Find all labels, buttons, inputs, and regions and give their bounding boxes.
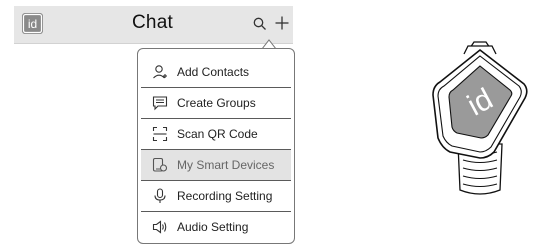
search-icon[interactable] [252,16,268,32]
qr-scan-icon [152,126,168,142]
chat-group-icon [152,95,168,111]
smart-device-illustration: id [430,40,530,200]
menu-item-add-contacts[interactable]: Add Contacts [141,57,291,88]
app-logo[interactable]: id [22,13,43,34]
add-menu-popover: Add Contacts Create Groups Scan QR Code [137,48,295,244]
speaker-icon [152,219,168,235]
add-menu-list: Add Contacts Create Groups Scan QR Code [141,57,291,242]
smart-device-icon [152,157,168,173]
menu-item-label: Recording Setting [177,189,273,203]
menu-item-recording-setting[interactable]: Recording Setting [141,181,291,212]
microphone-icon [152,188,168,204]
page-title: Chat [132,12,173,33]
svg-text:id: id [28,17,37,31]
menu-item-label: Create Groups [177,96,256,110]
add-contact-icon [152,64,168,80]
menu-item-label: Audio Setting [177,220,249,234]
menu-item-audio-setting[interactable]: Audio Setting [141,212,291,242]
menu-item-label: Add Contacts [177,65,250,79]
menu-item-my-smart-devices[interactable]: My Smart Devices [141,150,291,181]
plus-icon[interactable] [274,15,290,31]
menu-item-label: My Smart Devices [177,158,275,172]
menu-item-scan-qr-code[interactable]: Scan QR Code [141,119,291,150]
menu-item-label: Scan QR Code [177,127,258,141]
menu-item-create-groups[interactable]: Create Groups [141,88,291,119]
app-header: id Chat [14,6,293,44]
